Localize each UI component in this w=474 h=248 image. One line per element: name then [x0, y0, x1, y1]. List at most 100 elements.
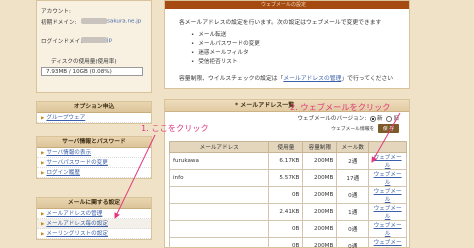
- options-box: オプション申込 ▶ グループウェア: [36, 101, 152, 124]
- webmail-link[interactable]: ウェブメール: [374, 206, 402, 220]
- cell-used: 0B: [268, 186, 304, 204]
- sidebar-item-label: サーバ情報の表示: [46, 150, 92, 156]
- cell-count: 0通: [336, 237, 370, 248]
- cell-action: ウェブメール: [368, 169, 407, 187]
- login-domain-value: jp: [81, 37, 112, 44]
- disk-usage-label: ディスクの使用量(使用率): [51, 59, 117, 65]
- account-info-box: アカウント: 初期ドメイン: sakura.ne.jp ログインドメイン: jp…: [36, 0, 152, 93]
- cell-count: 0通: [336, 186, 370, 204]
- sidebar-item-server-info[interactable]: ▶ サーバ情報の表示: [37, 148, 151, 158]
- feature-item: メールパスワードの変更: [191, 40, 260, 49]
- version-old-radio[interactable]: [386, 115, 393, 122]
- col-limit: 容量制限: [302, 141, 338, 153]
- cell-action: ウェブメール: [368, 203, 407, 221]
- mail-manage-link[interactable]: メールアドレスの管理: [283, 76, 341, 82]
- info-header-text: ウェブメールの設定: [261, 2, 307, 8]
- feature-item: メール転送: [191, 31, 260, 40]
- feature-item: 迷惑メールフィルタ: [191, 49, 260, 58]
- webmail-link[interactable]: ウェブメール: [374, 155, 402, 169]
- cell-used: 2.41KB: [268, 203, 304, 221]
- sidebar-item-label: メールアドレスの管理: [46, 211, 103, 217]
- triangle-icon: ▶: [41, 151, 45, 156]
- version-label: ウェブメールのバージョン:: [297, 116, 367, 122]
- sidebar: アカウント: 初期ドメイン: sakura.ne.jp ログインドメイン: jp…: [0, 0, 152, 248]
- annotation-step2: 2. ウェブメールをクリック: [290, 102, 391, 112]
- table-row: 0B200MB0通ウェブメール: [168, 220, 407, 238]
- cell-limit: 200MB: [302, 220, 338, 238]
- sidebar-item-server-password[interactable]: ▶ サーバパスワードの変更: [37, 158, 151, 168]
- cell-address: info: [168, 169, 270, 187]
- info-header-bar: ウェブメールの設定: [165, 1, 409, 9]
- sidebar-item-mail-per-address[interactable]: ▶ メールアドレス毎の設定: [37, 219, 151, 229]
- cell-limit: 200MB: [302, 169, 338, 187]
- initial-domain-text: sakura.ne.jp: [107, 18, 142, 25]
- save-hint: ウェブメール情報を: [331, 127, 375, 132]
- cell-address: [168, 237, 270, 248]
- table-row: 0B200MB0通ウェブメール: [168, 237, 407, 248]
- initial-domain-label: 初期ドメイン:: [41, 20, 77, 26]
- cell-action: ウェブメール: [368, 220, 407, 238]
- cell-action: ウェブメール: [368, 237, 407, 248]
- mail-settings-box: メールに関する設定 ▶ メールアドレスの管理 ▶ メールアドレス毎の設定 ▶ メーリン…: [36, 197, 152, 240]
- note-text: 容量制限、ウイルスチェックの設定は「メールアドレスの管理」で行ってください: [179, 73, 393, 82]
- cell-address: [168, 203, 270, 221]
- cell-address: [168, 220, 270, 238]
- col-used: 使用量: [268, 141, 304, 153]
- redacted-mark: [81, 37, 107, 43]
- sidebar-item-label: ログイン履歴: [46, 170, 80, 176]
- col-address: メールアドレス: [168, 141, 270, 153]
- version-old-label: 旧: [393, 116, 399, 122]
- save-row: ウェブメール情報を 保 存: [331, 124, 399, 133]
- webmail-link[interactable]: ウェブメール: [374, 223, 402, 237]
- cell-limit: 200MB: [302, 237, 338, 248]
- disk-usage-bar: 7.93MB / 10GB (0.08%): [41, 67, 143, 76]
- table-header-row: メールアドレス 使用量 容量制限 メール数: [168, 141, 407, 153]
- annotation-step1: 1. ここをクリック: [141, 123, 209, 133]
- options-title: オプション申込: [37, 102, 151, 113]
- server-box: サーバ情報とパスワード ▶ サーバ情報の表示 ▶ サーバパスワードの変更 ▶ ログイン…: [36, 136, 152, 179]
- cell-action: ウェブメール: [368, 186, 407, 204]
- account-label: アカウント:: [41, 9, 71, 15]
- sidebar-item-label: メーリングリストの設定: [46, 231, 108, 237]
- triangle-icon: ▶: [41, 232, 45, 237]
- col-count: メール数: [336, 141, 370, 153]
- cell-limit: 200MB: [302, 186, 338, 204]
- table-row: 0B200MB0通ウェブメール: [168, 186, 407, 204]
- col-action: [368, 141, 407, 153]
- version-new-radio[interactable]: [370, 115, 376, 122]
- feature-list: メール転送 メールパスワードの変更 迷惑メールフィルタ 受信拒否リスト: [191, 31, 260, 67]
- sidebar-item-groupware[interactable]: ▶ グループウェア: [37, 113, 151, 123]
- table-row: info 5.57KB 200MB 17通 ウェブメール: [168, 169, 407, 187]
- save-button[interactable]: 保 存: [377, 124, 399, 133]
- cell-limit: 200MB: [302, 152, 338, 170]
- cell-used: 0B: [268, 220, 304, 238]
- note-suffix: 」で行ってください: [341, 76, 394, 82]
- login-domain-text: jp: [107, 37, 113, 44]
- table-row: furukawa 6.17KB 200MB 2通 ウェブメール: [168, 152, 407, 170]
- sidebar-item-mail-manage[interactable]: ▶ メールアドレスの管理: [37, 209, 151, 219]
- cell-limit: 200MB: [302, 203, 338, 221]
- sidebar-item-label: メールアドレス毎の設定: [46, 221, 108, 227]
- initial-domain-value: sakura.ne.jp: [81, 18, 141, 25]
- cell-count: 2通: [336, 152, 370, 170]
- webmail-link[interactable]: ウェブメール: [374, 189, 402, 203]
- cell-address: furukawa: [168, 152, 270, 170]
- triangle-icon: ▶: [41, 171, 45, 176]
- triangle-icon: ▶: [41, 222, 45, 227]
- webmail-link[interactable]: ウェブメール: [374, 172, 402, 186]
- triangle-icon: ▶: [41, 116, 45, 121]
- sidebar-item-login-history[interactable]: ▶ ログイン履歴: [37, 168, 151, 178]
- webmail-link[interactable]: ウェブメール: [374, 240, 402, 248]
- triangle-icon: ▶: [41, 161, 45, 166]
- table-row: 2.41KB 200MB 1通 ウェブメール: [168, 203, 407, 221]
- server-title: サーバ情報とパスワード: [37, 137, 151, 148]
- mail-settings-title: メールに関する設定: [37, 198, 151, 209]
- cell-used: 6.17KB: [268, 152, 304, 170]
- cell-count: 1通: [336, 203, 370, 221]
- feature-item: 受信拒否リスト: [191, 58, 260, 67]
- cell-address: [168, 186, 270, 204]
- redacted-mark: [81, 18, 107, 24]
- cell-used: 5.57KB: [268, 169, 304, 187]
- version-new-label: 新: [377, 116, 383, 122]
- sidebar-item-mailing-list[interactable]: ▶ メーリングリストの設定: [37, 229, 151, 239]
